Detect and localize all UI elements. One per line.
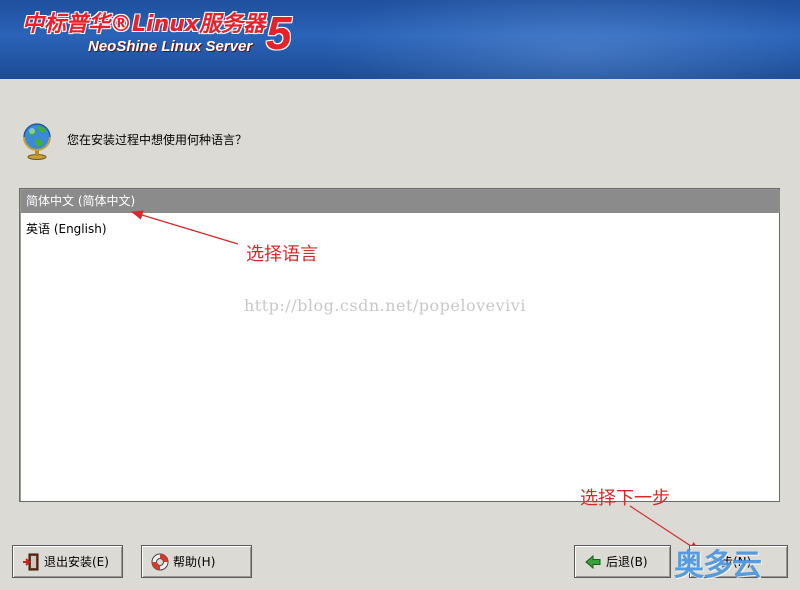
- arrow-left-icon: [585, 554, 601, 569]
- header-banner: 中标普华®Linux服务器 NeoShine Linux Server 5: [0, 0, 800, 79]
- language-list[interactable]: 简体中文 (简体中文) 英语 (English): [19, 188, 780, 502]
- lifebuoy-icon: [151, 553, 169, 570]
- blog-watermark: http://blog.csdn.net/popelovevivi: [244, 296, 526, 315]
- language-option-simplified-chinese[interactable]: 简体中文 (简体中文): [21, 190, 780, 213]
- help-label: 帮助(H): [173, 555, 216, 569]
- language-prompt: 您在安装过程中想使用何种语言？: [67, 133, 248, 147]
- brand-logo-chinese: 中标普华®Linux服务器: [22, 12, 266, 37]
- annotation-select-language: 选择语言: [246, 244, 318, 265]
- help-button[interactable]: 帮助(H): [141, 545, 252, 578]
- globe-icon: [23, 123, 51, 160]
- annotation-next-step: 选择下一步: [580, 488, 670, 509]
- exit-door-icon: [23, 553, 39, 570]
- back-label: 后退(B): [606, 555, 648, 569]
- brand-logo-version: 5: [266, 7, 292, 59]
- brand-logo-english: NeoShine Linux Server: [88, 38, 253, 55]
- exit-install-button[interactable]: 退出安装(E): [12, 545, 123, 578]
- exit-install-label: 退出安装(E): [44, 555, 109, 569]
- banner-wave: [320, 0, 800, 79]
- language-option-english[interactable]: 英语 (English): [21, 218, 780, 241]
- back-button[interactable]: 后退(B): [574, 545, 671, 578]
- site-logo: 奥多云: [674, 548, 762, 583]
